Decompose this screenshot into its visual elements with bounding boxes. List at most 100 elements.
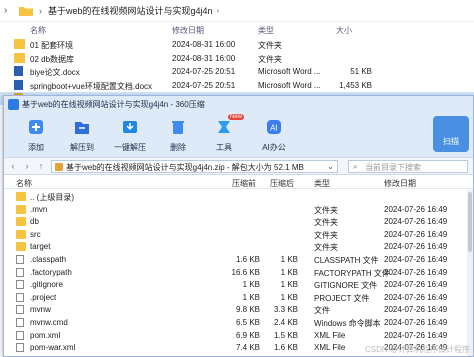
ai-office-icon: AI xyxy=(267,120,281,134)
chevron-down-icon[interactable]: ⌄ xyxy=(327,162,334,171)
archive-cell-packed: 1 KB xyxy=(280,292,298,302)
explorer-list-item[interactable]: biye论文.docx 2024-07-25 20:51 Microsoft Wor… xyxy=(0,65,474,78)
archive-list-item[interactable]: .gitignore 1 KB 1 KB GITIGNORE 文件 2024-07-26… xyxy=(4,278,466,291)
vertical-scrollbar[interactable] xyxy=(467,190,473,356)
column-name[interactable]: 名称 xyxy=(30,25,46,36)
archive-cell-compressed: 1 KB xyxy=(242,292,260,302)
archive-cell-type: CLASSPATH 文件 xyxy=(314,256,379,265)
search-input[interactable]: ⌕ 当前目录下搜索 xyxy=(348,160,468,173)
column-date[interactable]: 修改日期 xyxy=(172,25,204,36)
archive-list-item[interactable]: db 文件夹 2024-07-26 16:49 xyxy=(4,215,466,228)
explorer-list-item[interactable]: springboot+vue环境配置文档.docx 2024-07-25 20:5… xyxy=(0,79,474,92)
toolbar-extract-to-button[interactable]: 解压到 xyxy=(60,116,104,154)
search-placeholder: 当前目录下搜索 xyxy=(365,163,421,172)
archive-cell-modified: 2024-07-26 16:49 xyxy=(384,229,448,239)
archive-list-item[interactable]: .project 1 KB 1 KB PROJECT 文件 2024-07-26 16:… xyxy=(4,291,466,304)
archive-cell-packed: 2.4 KB xyxy=(273,318,298,327)
column-compressed[interactable]: 压缩前 xyxy=(232,178,256,189)
archive-cell-modified: 2024-07-26 16:49 xyxy=(384,217,448,227)
explorer-cell-name: biye论文.docx xyxy=(30,68,80,77)
explorer-list-item[interactable]: 02 db数据库 2024-08-31 16:00 文件夹 xyxy=(0,52,474,65)
archive-cell-compressed: 1.6 KB xyxy=(235,255,260,264)
file-icon xyxy=(16,305,24,315)
zip-archive-window: 基于web的在线视频网站设计与实现g4j4n - 360压缩 添加 解压到 一键解压… xyxy=(3,95,474,357)
toolbar-delete-button[interactable]: 删除 xyxy=(156,116,200,154)
breadcrumb-separator-icon: › xyxy=(39,5,42,16)
add-icon xyxy=(29,120,43,134)
up-folder-icon[interactable]: ↑ xyxy=(35,161,47,172)
zip-column-header: 名称 压缩前 压缩后 类型 修改日期 xyxy=(4,176,473,189)
archive-cell-type: 文件夹 xyxy=(314,243,338,253)
archive-cell-modified: 2024-07-26 16:49 xyxy=(384,292,448,302)
archive-list-item[interactable]: src 文件夹 2024-07-26 16:49 xyxy=(4,228,466,241)
archive-list-item[interactable]: target 文件夹 2024-07-26 16:49 xyxy=(4,240,466,253)
forward-arrow-icon[interactable]: › xyxy=(21,161,33,172)
breadcrumb[interactable]: 基于web的在线视频网站设计与实现g4j4n xyxy=(48,4,213,17)
folder-icon xyxy=(16,229,26,239)
column-modified[interactable]: 修改日期 xyxy=(384,178,416,189)
archive-cell-compressed: 1 KB xyxy=(242,280,260,290)
toolbar-add-button[interactable]: 添加 xyxy=(14,116,58,154)
archive-cell-type: GITIGNORE 文件 xyxy=(314,281,378,291)
archive-cell-name: mvnw.cmd xyxy=(30,318,68,327)
toolbar-ai-office-button[interactable]: AI AI办公 xyxy=(252,116,296,154)
explorer-column-header: 名称 修改日期 类型 大小 xyxy=(0,23,474,37)
column-type[interactable]: 类型 xyxy=(314,178,330,189)
explorer-cell-date: 2024-07-25 20:51 xyxy=(172,80,236,90)
folder-icon xyxy=(14,52,25,63)
archive-cell-name: .project xyxy=(30,292,57,302)
archive-cell-name: target xyxy=(30,242,51,252)
archive-cell-type: XML File xyxy=(314,330,346,340)
archive-cell-packed: 3.3 KB xyxy=(273,305,298,315)
archive-cell-type: 文件夹 xyxy=(314,218,338,228)
archive-cell-name: .classpath xyxy=(30,255,67,264)
archive-list-item[interactable]: .mvn 文件夹 2024-07-26 16:49 xyxy=(4,203,466,216)
column-type[interactable]: 类型 xyxy=(258,25,274,36)
scrollbar-thumb[interactable] xyxy=(468,192,472,252)
extract-to-icon xyxy=(75,122,89,134)
scan-button[interactable]: 扫描 xyxy=(433,116,469,152)
explorer-cell-name: 01 配套环境 xyxy=(30,41,74,50)
tools-icon xyxy=(218,121,230,133)
explorer-cell-type: 文件夹 xyxy=(258,54,282,64)
archive-cell-type: 文件 xyxy=(314,306,330,316)
folder-icon xyxy=(16,204,26,214)
file-icon xyxy=(16,280,24,290)
column-size[interactable]: 大小 xyxy=(336,25,352,36)
archive-list-item[interactable]: mvnw 9.8 KB 3.3 KB 文件 2024-07-26 16:49 xyxy=(4,303,466,316)
chevron-right-icon[interactable]: › xyxy=(4,5,16,16)
archive-list-item[interactable]: pom.xml 6.9 KB 1.5 KB XML File 2024-07-26 16… xyxy=(4,329,466,342)
toolbar-button-label: 添加 xyxy=(28,143,44,152)
archive-cell-name: mvnw xyxy=(30,305,51,315)
archive-list-item[interactable]: .. (上级目录) xyxy=(4,190,466,203)
archive-list-item[interactable]: .classpath 1.6 KB 1 KB CLASSPATH 文件 2024-07-… xyxy=(4,253,466,266)
column-name[interactable]: 名称 xyxy=(16,178,32,189)
archive-cell-type: PROJECT 文件 xyxy=(314,293,370,303)
archive-list-item[interactable]: mvnw.cmd 6.5 KB 2.4 KB Windows 命令脚本 2024-07-… xyxy=(4,316,466,329)
explorer-cell-size: 51 KB xyxy=(350,67,372,76)
scan-label: 扫描 xyxy=(443,137,459,146)
svg-text:AI: AI xyxy=(270,124,278,133)
toolbar-one-click-extract-button[interactable]: 一键解压 xyxy=(108,116,152,154)
column-packed[interactable]: 压缩后 xyxy=(270,178,294,189)
zip-app-logo-icon xyxy=(8,98,19,110)
archive-path-field[interactable]: 基于web的在线视频网站设计与实现g4j4n.zip - 解包大小为 52.1 … xyxy=(51,160,338,173)
explorer-list-item[interactable]: 01 配套环境 2024-08-31 16:00 文件夹 xyxy=(0,38,474,51)
archive-cell-modified: 2024-07-26 16:49 xyxy=(384,330,448,340)
breadcrumb-chevron-icon[interactable]: › xyxy=(217,6,220,15)
archive-cell-name: db xyxy=(30,217,39,227)
archive-cell-modified: 2024-07-26 16:49 xyxy=(384,280,448,290)
explorer-address-bar[interactable]: › › 基于web的在线视频网站设计与实现g4j4n › xyxy=(0,0,474,22)
toolbar-button-label: 工具 xyxy=(216,143,232,152)
file-explorer-window: › › 基于web的在线视频网站设计与实现g4j4n › 名称 修改日期 类型 … xyxy=(0,0,474,110)
folder-icon xyxy=(16,217,26,227)
archive-list-item[interactable]: .factorypath 16.6 KB 1 KB FACTORYPATH 文件 202… xyxy=(4,266,466,279)
zip-file-icon xyxy=(55,163,63,171)
archive-cell-packed: 1.5 KB xyxy=(273,330,298,340)
back-arrow-icon[interactable]: ‹ xyxy=(7,161,19,172)
toolbar-tools-button[interactable]: New 工具 xyxy=(202,114,246,154)
file-icon xyxy=(16,255,24,264)
archive-cell-name: .factorypath xyxy=(30,267,72,277)
parent-folder-icon xyxy=(16,192,26,201)
archive-cell-compressed: 16.6 KB xyxy=(231,267,260,277)
